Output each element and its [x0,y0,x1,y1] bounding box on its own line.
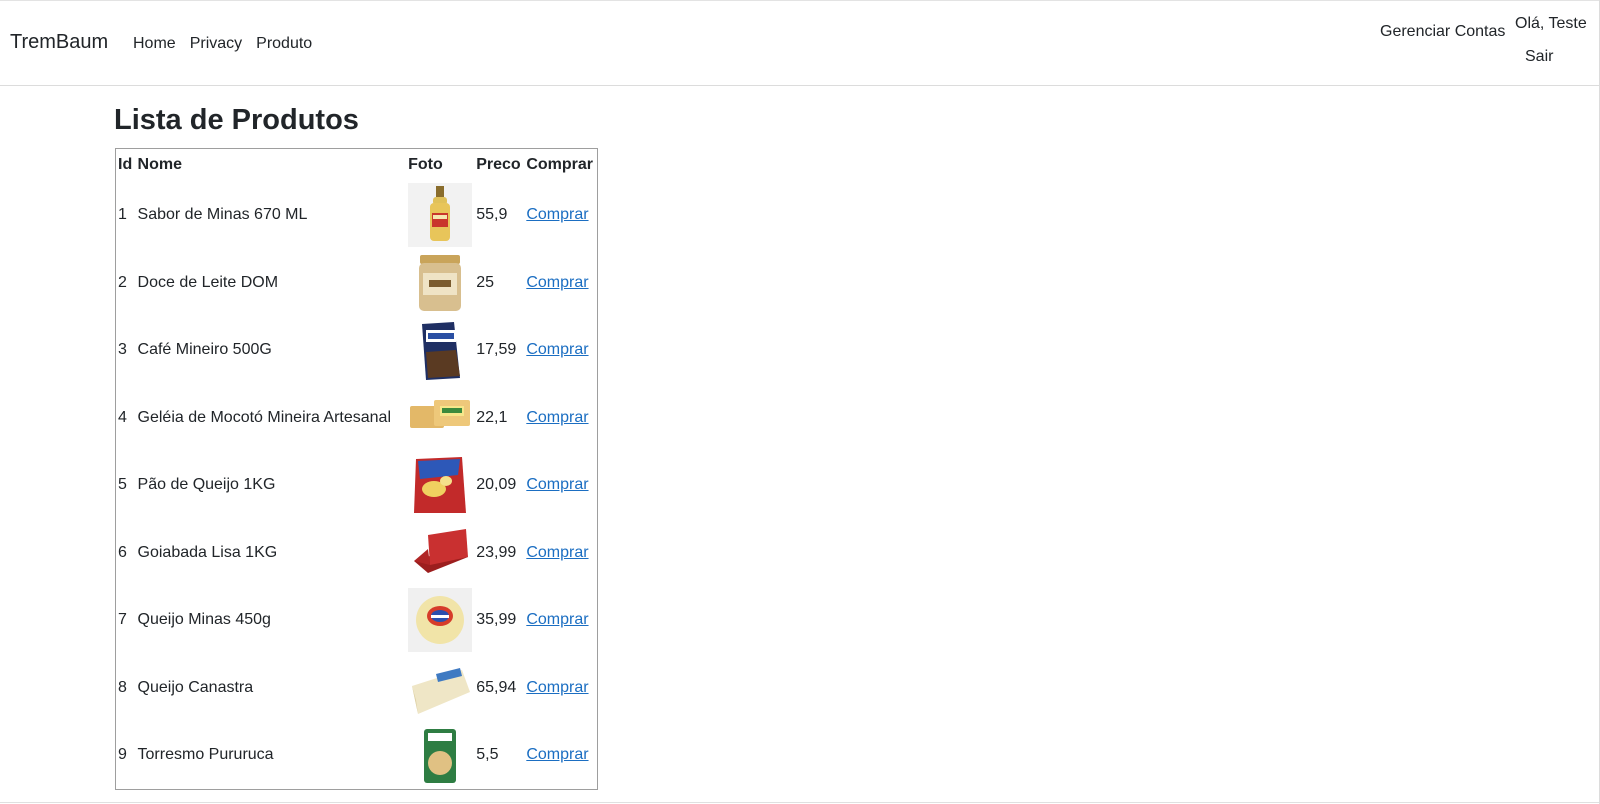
cell-name: Queijo Minas 450g [137,611,271,629]
cell-id: 5 [118,476,127,494]
bread-bag-icon [408,453,473,518]
buy-link[interactable]: Comprar [526,341,588,358]
cell-photo [406,519,474,587]
table-row: 5 Pão de Queijo 1KG 20,09 Comprar [116,452,598,520]
cell-price: 35,99 [476,611,517,629]
cell-name: Queijo Canastra [137,678,254,696]
cell-buy: Comprar [524,587,597,655]
header-id: Id [118,156,133,174]
cell-buy: Comprar [524,317,597,385]
header-price: Preco [476,156,521,174]
cell-price: 22,1 [476,408,508,426]
cell-buy: Comprar [524,519,597,587]
cell-price: 65,94 [476,678,517,696]
cell-buy: Comprar [524,452,597,520]
buy-link[interactable]: Comprar [526,611,588,628]
cell-price: 55,9 [476,206,508,224]
cell-name: Café Mineiro 500G [137,341,272,359]
table-row: 8 Queijo Canastra 65,94 Comprar [116,654,598,722]
liquor-bottle-icon [408,183,473,248]
guava-paste-icon [408,520,473,585]
table-row: 3 Café Mineiro 500G 17,59 Comprar [116,317,598,385]
round-cheese-icon [408,588,473,653]
cell-id: 8 [118,678,127,696]
cell-name: Torresmo Pururuca [137,746,274,763]
buy-link[interactable]: Comprar [526,206,588,223]
table-row: 6 Goiabada Lisa 1KG 23,99 Comprar [116,519,598,587]
cell-photo [406,182,474,250]
table-row: 7 Queijo Minas 450g 35,99 Comprar [116,587,598,655]
cell-name: Pão de Queijo 1KG [137,476,276,494]
table-row: 2 Doce de Leite DOM 25 Comprar [116,249,598,317]
cell-id: 3 [118,341,127,359]
buy-link[interactable]: Comprar [526,544,588,561]
cell-photo [406,384,474,452]
cell-name: Geléia de Mocotó Mineira Artesanal [137,408,391,426]
page: TremBaum Home Privacy Produto Gerenciar … [0,0,1600,804]
page-title: Lista de Produtos [114,104,359,136]
page-bottom-divider [0,802,1600,803]
buy-link[interactable]: Comprar [526,274,588,291]
buy-link[interactable]: Comprar [526,409,588,426]
cell-buy: Comprar [524,384,597,452]
product-table: Id Nome Foto Preco Comprar 1 Sabor de Mi… [115,148,598,790]
buy-link[interactable]: Comprar [526,476,588,493]
header-photo: Foto [408,156,443,174]
jelly-package-icon [408,385,473,450]
manage-accounts-link[interactable]: Gerenciar Contas [1380,23,1505,41]
logout-link[interactable]: Sair [1525,48,1553,66]
nav-link-privacy[interactable]: Privacy [190,35,242,53]
cell-id: 9 [118,746,127,763]
cell-price: 5,5 [476,746,499,763]
navbar: TremBaum Home Privacy Produto Gerenciar … [0,0,1600,86]
brand-link[interactable]: TremBaum [10,31,108,54]
table-row: 9 Torresmo Pururuca 5,5 Comprar [116,722,598,790]
cell-price: 17,59 [476,341,517,359]
cell-id: 6 [118,543,127,561]
cell-price: 23,99 [476,543,517,561]
cell-name: Sabor de Minas 670 ML [137,206,308,224]
nav-link-produto[interactable]: Produto [256,35,312,53]
table-header-row: Id Nome Foto Preco Comprar [116,149,598,182]
cell-id: 4 [118,408,127,426]
cell-price: 20,09 [476,476,517,494]
cell-buy: Comprar [524,654,597,722]
buy-link[interactable]: Comprar [526,746,588,763]
coffee-bag-icon [408,318,473,383]
table-row: 1 Sabor de Minas 670 ML 55,9 Comprar [116,182,598,250]
cell-photo [406,317,474,385]
cell-id: 1 [118,206,127,224]
snack-bag-icon [408,723,473,787]
cheese-wheel-icon [408,655,473,720]
cell-price: 25 [476,273,495,291]
cell-photo [406,722,474,790]
buy-link[interactable]: Comprar [526,679,588,696]
nav-links: Home Privacy Produto [133,35,312,53]
header-buy: Comprar [526,156,593,174]
cell-photo [406,452,474,520]
cell-id: 2 [118,273,127,291]
cell-photo [406,654,474,722]
cell-name: Doce de Leite DOM [137,273,279,291]
user-greeting-link[interactable]: Olá, Teste [1515,15,1587,33]
cell-buy: Comprar [524,182,597,250]
table-row: 4 Geléia de Mocotó Mineira Artesanal 22,… [116,384,598,452]
header-name: Nome [137,156,182,174]
cell-photo [406,249,474,317]
cell-id: 7 [118,611,127,629]
cell-buy: Comprar [524,249,597,317]
cell-photo [406,587,474,655]
nav-link-home[interactable]: Home [133,35,176,53]
cell-buy: Comprar [524,722,597,790]
jar-icon [408,250,473,315]
cell-name: Goiabada Lisa 1KG [137,543,278,561]
